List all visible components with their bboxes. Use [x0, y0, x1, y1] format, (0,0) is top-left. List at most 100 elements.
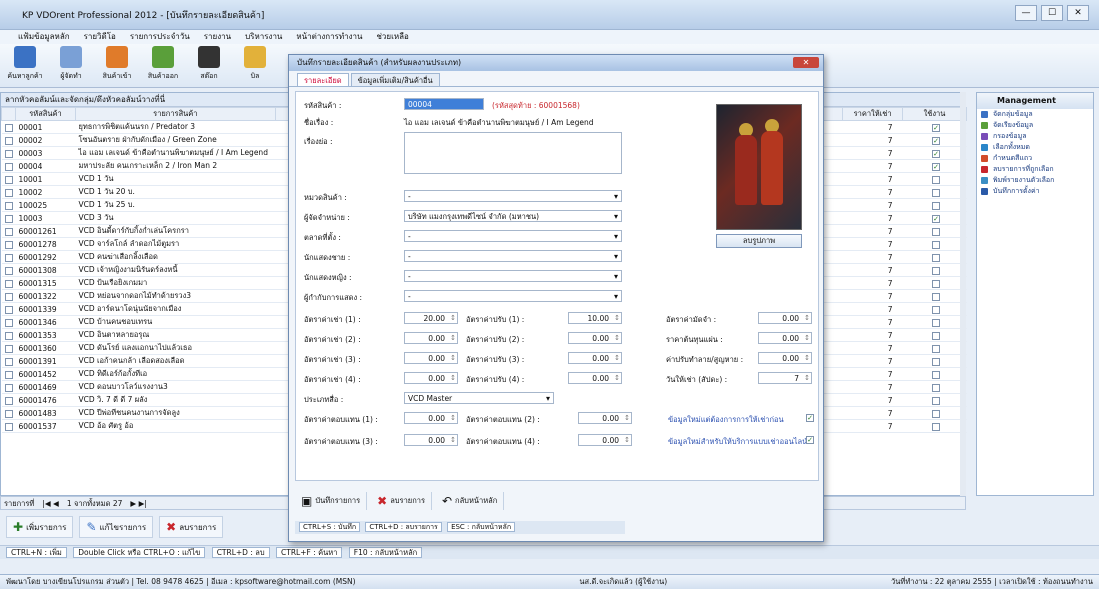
comp-input[interactable]: 0.00: [404, 434, 458, 446]
row-active[interactable]: [902, 328, 967, 342]
row-active[interactable]: ✓: [902, 146, 967, 160]
row-active[interactable]: [902, 250, 967, 264]
row-select[interactable]: [1, 263, 16, 277]
vendor-select[interactable]: บริษัท แมงกรุงเทพดีไซน์ จำกัด (มหาชน): [404, 210, 622, 222]
code-input[interactable]: 00004: [404, 98, 484, 110]
management-item[interactable]: บันทึกการตั้งค่า: [977, 186, 1093, 197]
management-item[interactable]: เลือกทั้งหมด: [977, 142, 1093, 153]
row-active[interactable]: ✓: [902, 120, 967, 134]
row-select[interactable]: [1, 224, 16, 238]
ribbon-button[interactable]: ผู้จัดทำ: [52, 44, 90, 87]
row-select[interactable]: [1, 328, 16, 342]
extra-input[interactable]: 0.00: [758, 312, 812, 324]
row-select[interactable]: [1, 172, 16, 186]
row-active[interactable]: [902, 224, 967, 238]
rent-input[interactable]: 0.00: [404, 372, 458, 384]
add-button[interactable]: ✚ เพิ่มรายการ: [6, 516, 74, 538]
row-select[interactable]: [1, 354, 16, 368]
row-select[interactable]: [1, 380, 16, 394]
nav-prev-button[interactable]: |◀ ◀: [42, 497, 58, 509]
row-select[interactable]: [1, 120, 16, 134]
column-header[interactable]: ใช้งาน: [902, 107, 967, 121]
management-item[interactable]: กรองข้อมูล: [977, 131, 1093, 142]
row-active[interactable]: [902, 263, 967, 277]
row-active[interactable]: [902, 302, 967, 316]
management-item[interactable]: ลบรายการที่ถูกเลือก: [977, 164, 1093, 175]
menu-item[interactable]: ช่วยเหลือ: [377, 30, 409, 44]
column-header[interactable]: รายการสินค้า: [74, 107, 276, 121]
new-rental-checkbox[interactable]: ✓: [806, 414, 814, 422]
maximize-button[interactable]: ☐: [1041, 5, 1063, 21]
vertical-scrollbar[interactable]: [960, 92, 966, 496]
menu-item[interactable]: รายวิดีโอ: [84, 30, 116, 44]
management-item[interactable]: จัดเรียงข้อมูล: [977, 120, 1093, 131]
row-active[interactable]: ✓: [902, 211, 967, 225]
online-rental-checkbox[interactable]: ✓: [806, 436, 814, 444]
row-active[interactable]: [902, 198, 967, 212]
comp-input[interactable]: 0.00: [578, 412, 632, 424]
edit-button[interactable]: ✎ แก้ไขรายการ: [79, 516, 154, 538]
extra-input[interactable]: 0.00: [758, 352, 812, 364]
row-select[interactable]: [1, 198, 16, 212]
nav-next-button[interactable]: ▶ ▶|: [130, 497, 146, 509]
close-button[interactable]: ✕: [1067, 5, 1089, 21]
ribbon-button[interactable]: สต๊อก: [190, 44, 228, 87]
delete-image-button[interactable]: ลบรูปภาพ: [716, 234, 802, 248]
fine-input[interactable]: 0.00: [568, 352, 622, 364]
row-select[interactable]: [1, 237, 16, 251]
comp-input[interactable]: 0.00: [404, 412, 458, 424]
row-select[interactable]: [1, 367, 16, 381]
row-active[interactable]: ✓: [902, 133, 967, 147]
extra-input[interactable]: 0.00: [758, 332, 812, 344]
row-select[interactable]: [1, 211, 16, 225]
save-button[interactable]: ▣ บันทึกรายการ: [295, 492, 368, 510]
row-select[interactable]: [1, 146, 16, 160]
fine-input[interactable]: 10.00: [568, 312, 622, 324]
comp-input[interactable]: 0.00: [578, 434, 632, 446]
row-active[interactable]: [902, 367, 967, 381]
media-select[interactable]: VCD Master: [404, 392, 554, 404]
ribbon-button[interactable]: สินค้าเข้า: [98, 44, 136, 87]
menu-item[interactable]: หน้าต่างการทำงาน: [296, 30, 362, 44]
management-item[interactable]: กำหนดสีแถว: [977, 153, 1093, 164]
column-header[interactable]: ราคาให้เช่า: [842, 107, 904, 121]
menu-item[interactable]: รายงาน: [204, 30, 231, 44]
row-select[interactable]: [1, 341, 16, 355]
management-item[interactable]: พิมพ์รายงานตัวเลือก: [977, 175, 1093, 186]
extra-input[interactable]: 7: [758, 372, 812, 384]
management-item[interactable]: จัดกลุ่มข้อมูล: [977, 109, 1093, 120]
dialog-delete-button[interactable]: ✖ ลบรายการ: [371, 492, 432, 510]
row-select[interactable]: [1, 419, 16, 433]
row-select[interactable]: [1, 250, 16, 264]
rent-input[interactable]: 20.00: [404, 312, 458, 324]
row-select[interactable]: [1, 315, 16, 329]
row-active[interactable]: ✓: [902, 159, 967, 173]
row-select[interactable]: [1, 302, 16, 316]
actor-male-select[interactable]: -: [404, 250, 622, 262]
row-active[interactable]: [902, 237, 967, 251]
row-active[interactable]: [902, 354, 967, 368]
ribbon-button[interactable]: ค้นหาลูกค้า: [6, 44, 44, 87]
menu-item[interactable]: รายการประจำวัน: [130, 30, 190, 44]
row-active[interactable]: [902, 185, 967, 199]
select-column[interactable]: [1, 107, 16, 121]
row-active[interactable]: [902, 419, 967, 433]
name-value[interactable]: ไอ แอม เลเจนด์ ข้าคือตำนานพิฆาตมนุษย์ / …: [404, 117, 594, 129]
rent-input[interactable]: 0.00: [404, 352, 458, 364]
row-select[interactable]: [1, 185, 16, 199]
desc-textarea[interactable]: [404, 132, 622, 174]
row-select[interactable]: [1, 406, 16, 420]
row-active[interactable]: [902, 393, 967, 407]
minimize-button[interactable]: —: [1015, 5, 1037, 21]
row-select[interactable]: [1, 289, 16, 303]
row-active[interactable]: [902, 289, 967, 303]
tab-details[interactable]: รายละเอียด: [297, 73, 349, 86]
back-button[interactable]: ↶ กลับหน้าหลัก: [436, 492, 505, 510]
director-select[interactable]: -: [404, 290, 622, 302]
menu-item[interactable]: บริหารงาน: [245, 30, 282, 44]
category-select[interactable]: -: [404, 190, 622, 202]
row-select[interactable]: [1, 393, 16, 407]
delete-button[interactable]: ✖ ลบรายการ: [159, 516, 224, 538]
row-active[interactable]: [902, 406, 967, 420]
row-active[interactable]: [902, 341, 967, 355]
